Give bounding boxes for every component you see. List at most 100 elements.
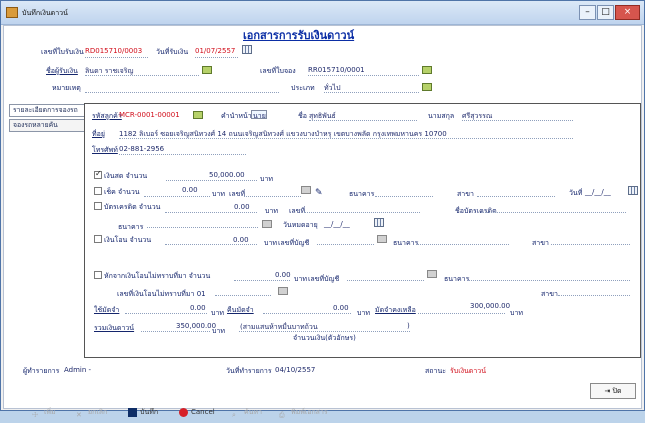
card-no-underline [304,212,420,213]
first-name-label: ชื่อ [298,112,307,120]
cancel-icon [179,407,188,417]
cheque-checkbox[interactable] [94,187,102,195]
cash-unit: บาท [260,175,273,183]
cheque-bank-underline [375,196,433,197]
card-unit: บาท [265,207,278,215]
deposit-underline [263,313,351,314]
remain-amount: 300,000.00 [470,302,511,310]
transfer-label: เงินโอน จำนวน [104,236,152,244]
transfer-unit: บาท [264,239,277,247]
deduct-bank-underline [469,280,630,281]
receiver-underline [85,75,199,76]
discount-underline [125,313,207,314]
cheque-branch-label: สาขา [457,190,474,198]
close-button[interactable]: ⇥ ปิด [590,383,636,399]
type-label: ประเภท [291,84,315,92]
transfer-amount: 0.00 [233,236,249,244]
cheque-label: เช็ค จำนวน [104,188,140,196]
creator-value: Admin - [64,366,92,374]
cheque-bank-label: ธนาคาร [349,190,375,198]
cheque-lookup-icon[interactable] [301,186,311,194]
cancel-document-button[interactable]: ✕ ยกเลิก [76,405,107,420]
receipt-no-label: เลขที่ใบรับเงิน [41,48,84,56]
maximize-button[interactable]: □ [597,5,614,20]
deduct-account-label: เลขที่บัญชี [308,275,340,283]
address-underline [119,138,573,139]
save-icon [128,407,137,417]
card-no-label: เลขที่ [289,207,306,215]
receipt-no-value: RD015710/0003 [85,47,143,55]
deduct-no-underline [215,295,271,296]
receipt-date-value: 01/07/2557 [195,47,236,55]
lookup-icon[interactable] [202,66,212,74]
deduct-no-lookup-icon[interactable] [278,287,288,295]
minimize-button[interactable]: – [579,5,596,20]
deduct-bank-label: ธนาคาร [444,275,470,283]
exit-icon: ⇥ [604,387,613,395]
add-button[interactable]: ☩ เพิ่ม [32,405,56,420]
booking-underline [308,75,419,76]
save-button[interactable]: บันทึก [128,405,158,420]
total-label: รวมเงินดาวน์ [94,324,135,332]
booking-lookup-icon[interactable] [422,66,432,74]
deduct-amount: 0.00 [275,271,291,279]
card-name-underline [481,212,626,213]
cheque-calendar-icon[interactable] [628,186,638,195]
booking-label: เลขที่ใบจอง [260,67,296,75]
window-title: บันทึกเงินดาวน์ [22,9,68,17]
tab-multiple-cars[interactable]: จองรถหลายคัน [9,119,86,132]
search-button[interactable]: ⌕ ค้นหา [232,405,262,420]
transfer-lookup-icon[interactable] [377,235,387,243]
cash-amount: 50,000.00 [209,171,245,179]
total-words-underline [239,331,410,332]
card-expire-calendar-icon[interactable] [374,218,384,227]
cash-checkbox[interactable] [94,169,102,179]
cheque-amount: 0.00 [182,186,198,194]
close-window-button[interactable]: × [615,5,640,20]
receipt-no-underline [85,57,148,58]
deduct-unit: บาท [294,275,307,283]
deposit-amount: 0.00 [333,304,349,312]
cheque-no-label: เลขที่ [229,190,246,198]
print-button[interactable]: ⎙ พิมพ์เอกสาร [279,405,328,420]
total-underline [141,331,210,332]
phone-value: 02-881-2956 [119,145,165,153]
deduct-lookup-icon[interactable] [427,270,437,278]
app-icon [6,7,18,18]
credit-card-checkbox[interactable] [94,202,102,210]
card-expire-label: วันหมดอายุ [283,221,318,229]
cheque-date-value: __/__/__ [585,188,611,196]
customer-lookup-icon[interactable] [193,111,203,119]
document-title: เอกสารการรับเงินดาวน์ [243,29,355,42]
deduct-branch-underline [558,295,630,296]
total-words-label: จำนวนเงิน(ตัวอักษร) [293,334,356,342]
transfer-branch-underline [551,244,630,245]
deduct-underline [234,280,290,281]
cancel-document-icon: ✕ [76,410,82,419]
deduct-checkbox[interactable] [94,271,102,279]
deposit-label: คืนมัดจำ [227,306,254,314]
pencil-icon[interactable]: ✎ [315,188,323,198]
cheque-date-label: วันที่ [569,189,583,197]
cash-label: เงินสด จำนวน [104,172,148,180]
cancel-button[interactable]: Cancel [179,405,215,420]
cash-underline [166,180,257,181]
card-bank-lookup-icon[interactable] [262,220,272,228]
discount-unit: บาท [211,309,224,317]
customer-code-value: MCR-0001-00001 [119,111,180,119]
type-lookup-icon[interactable] [422,83,432,91]
deduct-label: หักจากเงินโอนไม่ทราบที่มา จำนวน [104,272,211,280]
status-label: สถานะ [425,367,446,375]
tab-booking-detail[interactable]: รายละเอียดการจองรถ [9,104,86,117]
discount-label: ใช้มัดจำ [94,306,120,314]
cheque-underline [144,196,210,197]
calendar-icon[interactable] [242,45,252,54]
cheque-branch-underline [477,196,555,197]
receipt-date-label: วันที่รับเงิน [156,48,189,56]
transfer-account-label: เลขที่บัญชี [278,239,310,247]
transfer-bank-underline [416,244,509,245]
phone-label: โทรศัพท์ [92,146,118,154]
last-name-label: นามสกุล [428,112,455,120]
transfer-checkbox[interactable] [94,235,102,243]
deduct-account-underline [347,280,424,281]
